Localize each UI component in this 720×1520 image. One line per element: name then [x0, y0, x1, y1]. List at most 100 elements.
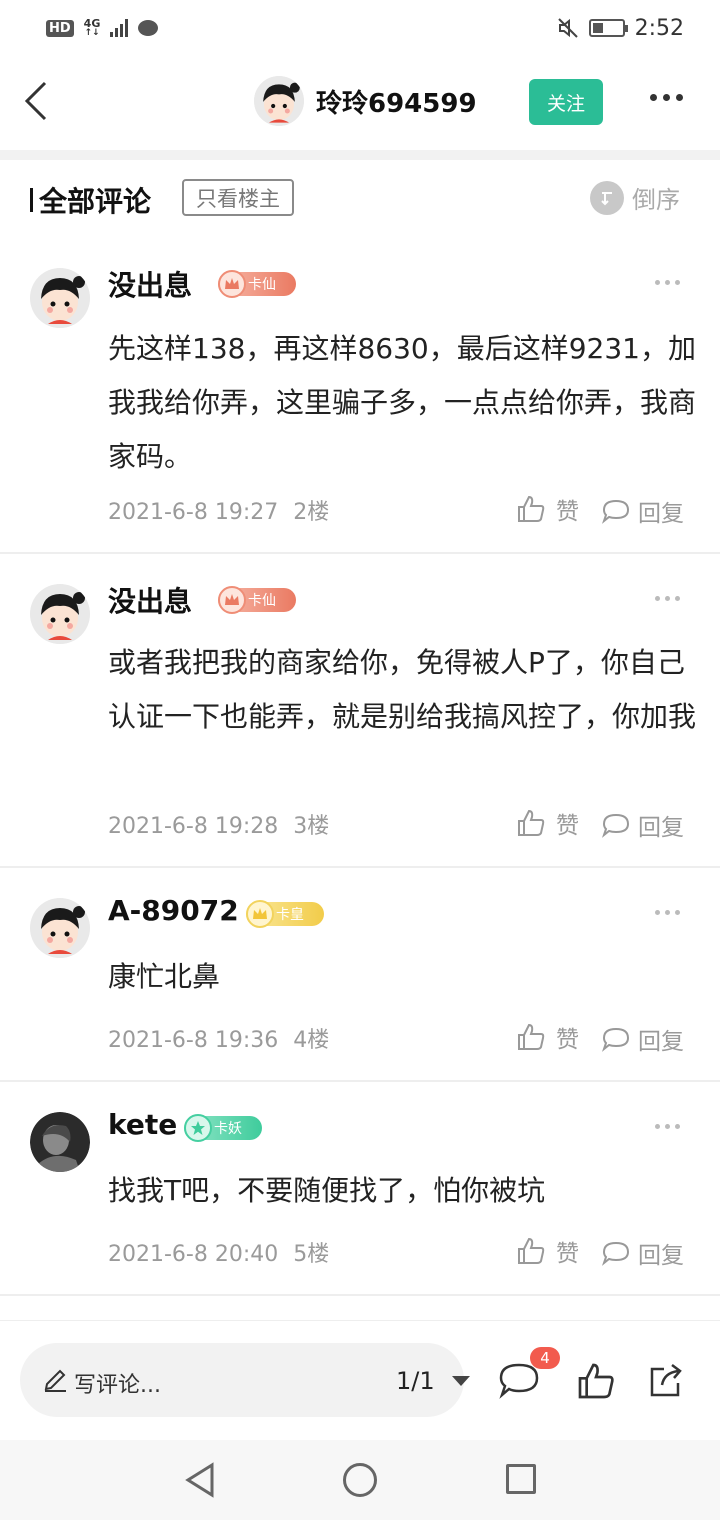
- network-indicator: 4G ↑↓: [84, 18, 101, 38]
- comment-text: 找我T吧，不要随便找了，怕你被坑: [108, 1174, 546, 1207]
- commenter-name[interactable]: kete: [108, 1108, 177, 1141]
- nav-back-icon[interactable]: [184, 1462, 216, 1498]
- speech-bubble-icon: [602, 499, 630, 524]
- comment-meta: 2021-6-8 19:28 3楼: [108, 808, 329, 840]
- like-button[interactable]: 赞: [516, 1020, 579, 1054]
- level-badge: 卡仙: [218, 586, 296, 614]
- sort-label: 倒序: [632, 186, 680, 214]
- reply-button[interactable]: 回复: [602, 1022, 684, 1056]
- speech-bubble-icon: [602, 813, 630, 838]
- divider: [0, 150, 720, 160]
- share-button[interactable]: [646, 1361, 686, 1405]
- section-title-text: 全部评论: [39, 185, 152, 218]
- comment-time: 2021-6-8 20:40: [108, 1242, 279, 1267]
- badge-label: 卡仙: [248, 593, 276, 609]
- nav-home-icon[interactable]: [343, 1463, 377, 1497]
- avatar[interactable]: [30, 268, 90, 328]
- comment-time: 2021-6-8 19:27: [108, 500, 279, 525]
- reply-button[interactable]: 回复: [602, 808, 684, 842]
- signal-icon: [110, 19, 129, 37]
- page-indicator[interactable]: 1/1: [396, 1367, 435, 1395]
- comment-text: 先这样138，再这样8630，最后这样9231，加我我给你弄，这里骗子多，一点点…: [108, 332, 697, 473]
- comment-floor: 5楼: [293, 1242, 330, 1267]
- post-author[interactable]: 玲玲694599: [254, 76, 477, 126]
- comment-count-badge: 4: [530, 1347, 560, 1369]
- reply-label: 回复: [638, 1243, 684, 1269]
- commenter-name[interactable]: A-89072: [108, 894, 239, 927]
- level-badge: 卡皇: [246, 900, 324, 928]
- hd-indicator: HD: [46, 19, 74, 37]
- chevron-left-icon: [24, 81, 47, 121]
- photo-avatar-icon: [30, 1112, 90, 1172]
- author-name[interactable]: 玲玲694599: [316, 83, 477, 120]
- speech-bubble-icon: [602, 1027, 630, 1052]
- reply-label: 回复: [638, 815, 684, 841]
- like-post-button[interactable]: [576, 1361, 616, 1405]
- system-nav-bar: [0, 1440, 720, 1520]
- cartoon-avatar-icon: [30, 584, 90, 644]
- status-left: HD 4G ↑↓: [46, 18, 159, 38]
- follow-button[interactable]: 关注: [529, 79, 603, 125]
- header: 玲玲694599 关注: [0, 56, 720, 150]
- write-comment-placeholder: 写评论...: [74, 1373, 161, 1398]
- crown-icon: [218, 586, 246, 614]
- message-notification-icon: [138, 20, 159, 36]
- comment-item: kete 卡妖 找我T吧，不要随便找了，怕你被坑 2021-6-8 20:40 …: [0, 1082, 720, 1296]
- crown-icon: [246, 900, 274, 928]
- pencil-icon: [44, 1369, 66, 1392]
- mute-icon: [557, 18, 578, 38]
- star-icon: [184, 1114, 212, 1142]
- comment-more-button[interactable]: [655, 1124, 680, 1129]
- level-badge: 卡妖: [184, 1114, 262, 1142]
- comment-meta: 2021-6-8 20:40 5楼: [108, 1236, 329, 1268]
- crown-icon: [218, 270, 246, 298]
- commenter-name[interactable]: 没出息: [108, 264, 192, 304]
- like-label: 赞: [556, 1241, 579, 1267]
- thumbs-up-icon: [518, 809, 545, 836]
- comment-floor: 3楼: [293, 814, 330, 839]
- avatar[interactable]: [30, 584, 90, 644]
- avatar[interactable]: [30, 898, 90, 958]
- cartoon-avatar-icon: [30, 898, 90, 958]
- commenter-name[interactable]: 没出息: [108, 580, 192, 620]
- badge-label: 卡仙: [248, 277, 276, 293]
- bottom-action-bar: 写评论... 1/1 4: [0, 1320, 720, 1440]
- network-activity: ↑↓: [84, 28, 100, 38]
- comment-meta: 2021-6-8 19:27 2楼: [108, 494, 329, 526]
- only-author-toggle[interactable]: 只看楼主: [182, 179, 294, 216]
- like-label: 赞: [556, 499, 579, 525]
- nav-recents-icon[interactable]: [506, 1464, 536, 1494]
- cartoon-avatar-icon: [254, 76, 304, 126]
- reply-label: 回复: [638, 501, 684, 527]
- like-label: 赞: [556, 813, 579, 839]
- write-comment-input[interactable]: 写评论... 1/1: [20, 1343, 470, 1417]
- status-bar: HD 4G ↑↓ 2:52: [0, 0, 720, 56]
- back-button[interactable]: [16, 78, 56, 124]
- more-options-button[interactable]: [650, 94, 683, 101]
- cartoon-avatar-icon: [30, 268, 90, 328]
- avatar[interactable]: [254, 76, 304, 126]
- like-button[interactable]: 赞: [516, 806, 579, 840]
- comment-meta: 2021-6-8 19:36 4楼: [108, 1022, 329, 1054]
- comment-more-button[interactable]: [655, 596, 680, 601]
- comment-floor: 2楼: [293, 500, 330, 525]
- comment-item: 没出息 卡仙 先这样138，再这样8630，最后这样9231，加我我给你弄，这里…: [0, 238, 720, 554]
- comment-more-button[interactable]: [655, 910, 680, 915]
- sort-icon: [590, 180, 624, 215]
- thumbs-up-icon: [578, 1363, 614, 1399]
- reply-button[interactable]: 回复: [602, 1236, 684, 1270]
- comment-more-button[interactable]: [655, 280, 680, 285]
- comments-button[interactable]: [498, 1361, 540, 1403]
- chevron-down-icon[interactable]: [452, 1376, 470, 1386]
- comment-text: 或者我把我的商家给你，免得被人P了，你自己认证一下也能弄，就是别给我搞风控了，你…: [108, 646, 697, 733]
- like-button[interactable]: 赞: [516, 492, 579, 526]
- reply-button[interactable]: 回复: [602, 494, 684, 528]
- level-badge: 卡仙: [218, 270, 296, 298]
- avatar[interactable]: [30, 1112, 90, 1172]
- battery-icon: [588, 19, 628, 37]
- section-title: 全部评论: [30, 180, 151, 220]
- thumbs-up-icon: [518, 1023, 545, 1050]
- like-button[interactable]: 赞: [516, 1234, 579, 1268]
- comment-item: A-89072 卡皇 康忙北鼻 2021-6-8 19:36 4楼 赞 回复: [0, 868, 720, 1082]
- sort-button[interactable]: 倒序: [590, 180, 680, 215]
